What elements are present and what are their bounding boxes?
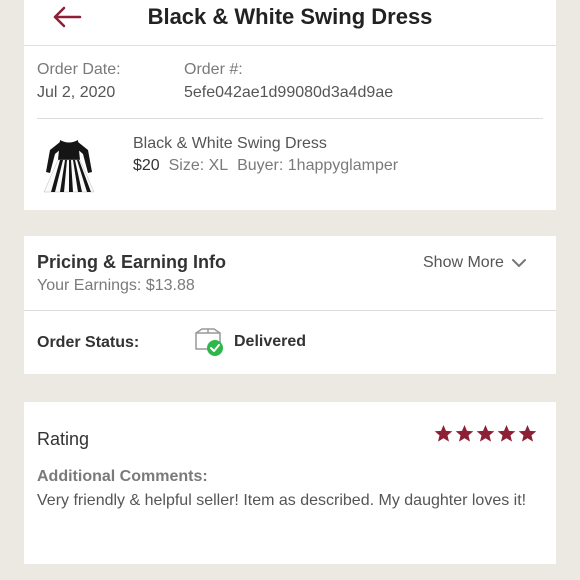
item-details: $20 Size: XL Buyer: 1happyglamper	[133, 157, 398, 175]
divider	[24, 310, 556, 311]
pricing-card: Pricing & Earning Info Your Earnings: $1…	[24, 236, 556, 374]
star-icon	[476, 424, 495, 442]
order-status-label: Order Status:	[37, 334, 140, 351]
item-buyer[interactable]: Buyer: 1happyglamper	[237, 157, 398, 174]
item-title[interactable]: Black & White Swing Dress	[133, 135, 327, 153]
show-more-button[interactable]: Show More	[423, 254, 526, 272]
delivered-box-icon	[195, 328, 223, 356]
rating-stars	[434, 424, 537, 443]
earnings-text: Your Earnings: $13.88	[37, 277, 195, 294]
page-title: Black & White Swing Dress	[147, 4, 433, 29]
order-status-value: Delivered	[234, 333, 307, 350]
show-more-label: Show More	[423, 254, 504, 271]
order-date-value: Jul 2, 2020	[37, 84, 116, 101]
star-icon	[455, 424, 474, 442]
comments-label: Additional Comments:	[37, 468, 208, 485]
item-thumbnail[interactable]	[36, 130, 102, 196]
comments-text: Very friendly & helpful seller! Item as …	[37, 492, 527, 509]
order-number-value: 5efe042ae1d99080d3a4d9ae	[184, 84, 394, 101]
order-date-label: Order Date:	[37, 61, 121, 78]
star-icon	[518, 424, 537, 442]
order-summary-card: Order Date: Jul 2, 2020 Order #: 5efe042…	[24, 46, 556, 210]
star-icon	[434, 424, 453, 442]
pricing-title: Pricing & Earning Info	[37, 252, 227, 272]
chevron-down-icon	[511, 259, 526, 267]
rating-card: Rating Additional Comments: Very friendl…	[24, 402, 556, 564]
rating-title: Rating	[37, 429, 90, 449]
order-number-label: Order #:	[184, 61, 243, 78]
divider	[37, 118, 543, 119]
item-price: $20	[133, 157, 160, 174]
screen: Black & White Swing Dress Order Date: Ju…	[0, 0, 580, 580]
item-size: Size: XL	[168, 157, 229, 174]
top-bar: Black & White Swing Dress	[24, 0, 556, 46]
star-icon	[497, 424, 516, 442]
